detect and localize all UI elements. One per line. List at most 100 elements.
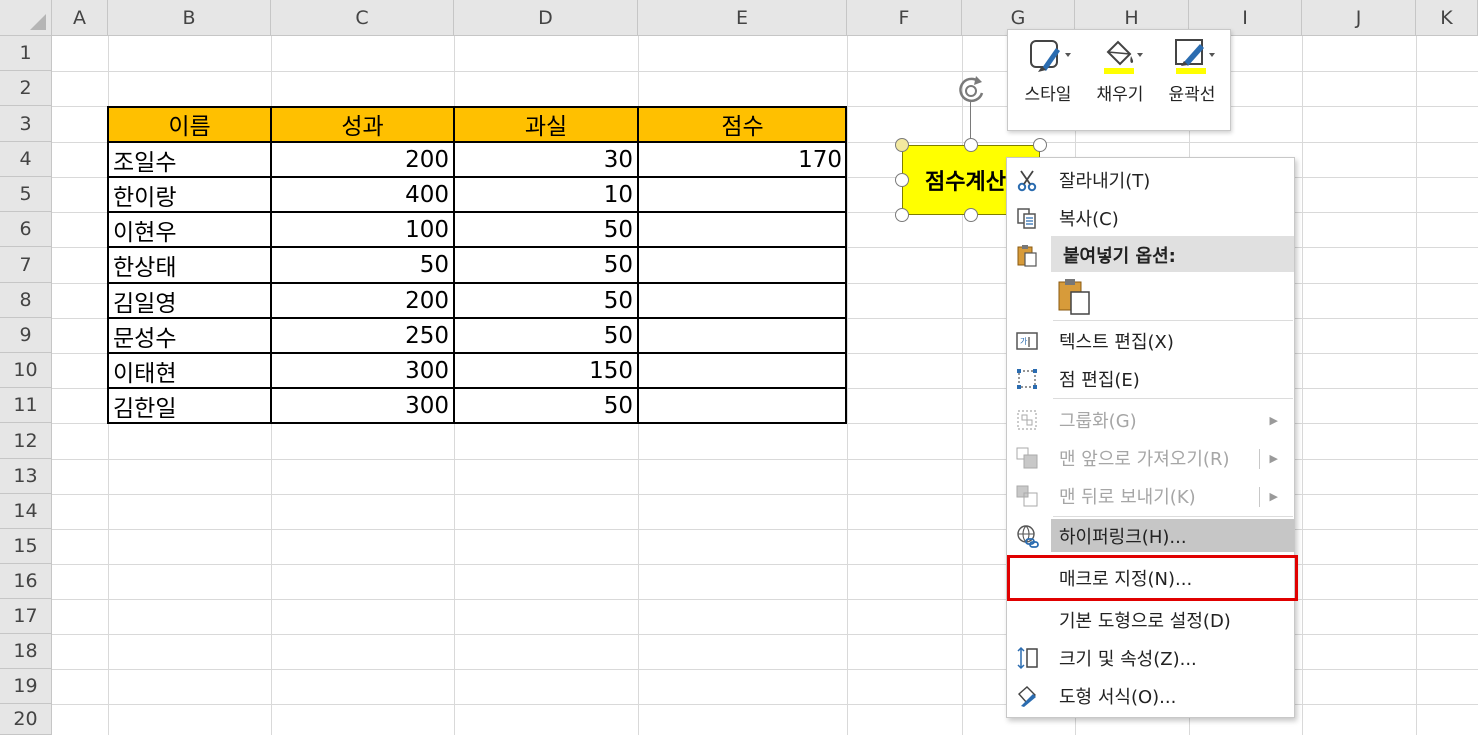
resize-handle[interactable] [895,208,909,222]
table-cell[interactable]: 170 [638,142,847,177]
table-cell[interactable]: 50 [454,212,638,247]
table-cell[interactable]: 10 [454,177,638,212]
shape-style-label: 스타일 [1024,85,1072,105]
resize-handle[interactable] [895,173,909,187]
row-header[interactable]: 13 [0,459,52,494]
split-divider [1259,487,1260,507]
paint-bucket-icon [1104,40,1143,74]
column-header[interactable]: K [1416,0,1478,36]
table-cell[interactable]: 문성수 [108,318,271,353]
menu-item-edit-points[interactable]: 점 편집(E) [1007,360,1294,398]
table-border [107,387,847,389]
table-cell[interactable]: 250 [271,318,454,353]
table-cell[interactable]: 이태현 [108,353,271,388]
table-cell[interactable] [638,353,847,388]
row-header[interactable]: 19 [0,669,52,704]
resize-handle[interactable] [964,138,978,152]
table-border [107,246,847,248]
row-header[interactable]: 8 [0,283,52,318]
paste-button[interactable] [1055,276,1095,316]
table-cell[interactable] [638,318,847,353]
menu-item-format-shape[interactable]: 도형 서식(O)... [1007,677,1294,715]
rotate-handle-icon[interactable] [954,73,990,109]
table-cell[interactable]: 50 [271,247,454,283]
table-cell[interactable] [638,283,847,318]
column-header[interactable]: F [847,0,962,36]
table-cell[interactable]: 30 [454,142,638,177]
column-header[interactable]: J [1302,0,1416,36]
menu-item-set-default-shape[interactable]: 기본 도형으로 설정(D) [1007,601,1294,639]
row-header[interactable]: 1 [0,36,52,71]
resize-handle[interactable] [1033,138,1047,152]
row-header[interactable]: 14 [0,494,52,529]
row-header[interactable]: 18 [0,634,52,669]
menu-item-bring-to-front[interactable]: 맨 앞으로 가져오기(R) ▶ [1007,439,1294,477]
row-header[interactable]: 16 [0,564,52,599]
table-cell[interactable]: 100 [271,212,454,247]
table-border [107,211,847,213]
menu-item-send-to-back[interactable]: 맨 뒤로 보내기(K) ▶ [1007,477,1294,515]
table-cell[interactable]: 김한일 [108,388,271,423]
table-cell[interactable]: 300 [271,353,454,388]
table-cell[interactable]: 200 [271,283,454,318]
row-header[interactable]: 7 [0,247,52,283]
pencil-outline-icon [1175,39,1215,74]
row-header[interactable]: 5 [0,177,52,212]
menu-item-edit-text[interactable]: 가 텍스트 편집(X) [1007,322,1294,360]
table-cell[interactable]: 한이랑 [108,177,271,212]
row-header[interactable]: 15 [0,529,52,564]
menu-item-hyperlink[interactable]: 하이퍼링크(H)... [1007,517,1294,555]
table-cell[interactable]: 400 [271,177,454,212]
table-cell[interactable]: 조일수 [108,142,271,177]
table-header-cell[interactable]: 과실 [454,106,638,142]
table-header-cell[interactable]: 이름 [108,106,271,142]
table-cell[interactable] [638,388,847,423]
column-header[interactable]: D [454,0,638,36]
menu-item-group[interactable]: 그룹화(G) ▶ [1007,401,1294,439]
column-header[interactable]: C [271,0,454,36]
table-cell[interactable]: 50 [454,283,638,318]
hyperlink-globe-icon [1015,524,1039,548]
resize-handle[interactable] [895,138,909,152]
row-header[interactable]: 2 [0,71,52,106]
row-header[interactable]: 20 [0,704,52,735]
menu-item-cut[interactable]: 잘라내기(T) [1007,161,1294,199]
row-header[interactable]: 11 [0,388,52,423]
table-cell[interactable]: 150 [454,353,638,388]
shape-outline-button[interactable]: 윤곽선 [1156,36,1228,124]
menu-item-copy[interactable]: 복사(C) [1007,199,1294,237]
row-header[interactable]: 17 [0,599,52,634]
table-cell[interactable] [638,212,847,247]
table-cell[interactable] [638,247,847,283]
table-header-cell[interactable]: 점수 [638,106,847,142]
table-cell[interactable]: 50 [454,388,638,423]
menu-header-paste-options: 붙여넣기 옵션: [1007,236,1294,274]
row-header[interactable]: 3 [0,106,52,142]
row-header[interactable]: 6 [0,212,52,247]
column-header[interactable]: E [638,0,847,36]
submenu-arrow-icon: ▶ [1269,451,1278,465]
table-cell[interactable]: 50 [454,318,638,353]
mini-toolbar: 스타일 채우기 윤곽선 [1007,29,1231,131]
table-header-cell[interactable]: 성과 [271,106,454,142]
column-header[interactable]: B [108,0,271,36]
table-cell[interactable] [638,177,847,212]
menu-item-size-properties[interactable]: 크기 및 속성(Z)... [1007,639,1294,677]
table-cell[interactable]: 김일영 [108,283,271,318]
shape-fill-button[interactable]: 채우기 [1084,36,1156,124]
resize-handle[interactable] [964,208,978,222]
row-header[interactable]: 10 [0,353,52,388]
row-header[interactable]: 4 [0,142,52,177]
row-header[interactable]: 12 [0,423,52,459]
column-header[interactable]: A [52,0,108,36]
row-header[interactable]: 9 [0,318,52,353]
shape-style-icon [1030,40,1071,72]
table-cell[interactable]: 50 [454,247,638,283]
table-cell[interactable]: 300 [271,388,454,423]
table-cell[interactable]: 200 [271,142,454,177]
paste-clipboard-icon [1058,279,1090,315]
table-cell[interactable]: 한상태 [108,247,271,283]
shape-style-button[interactable]: 스타일 [1012,36,1084,124]
grid-line [847,36,848,735]
table-cell[interactable]: 이현우 [108,212,271,247]
